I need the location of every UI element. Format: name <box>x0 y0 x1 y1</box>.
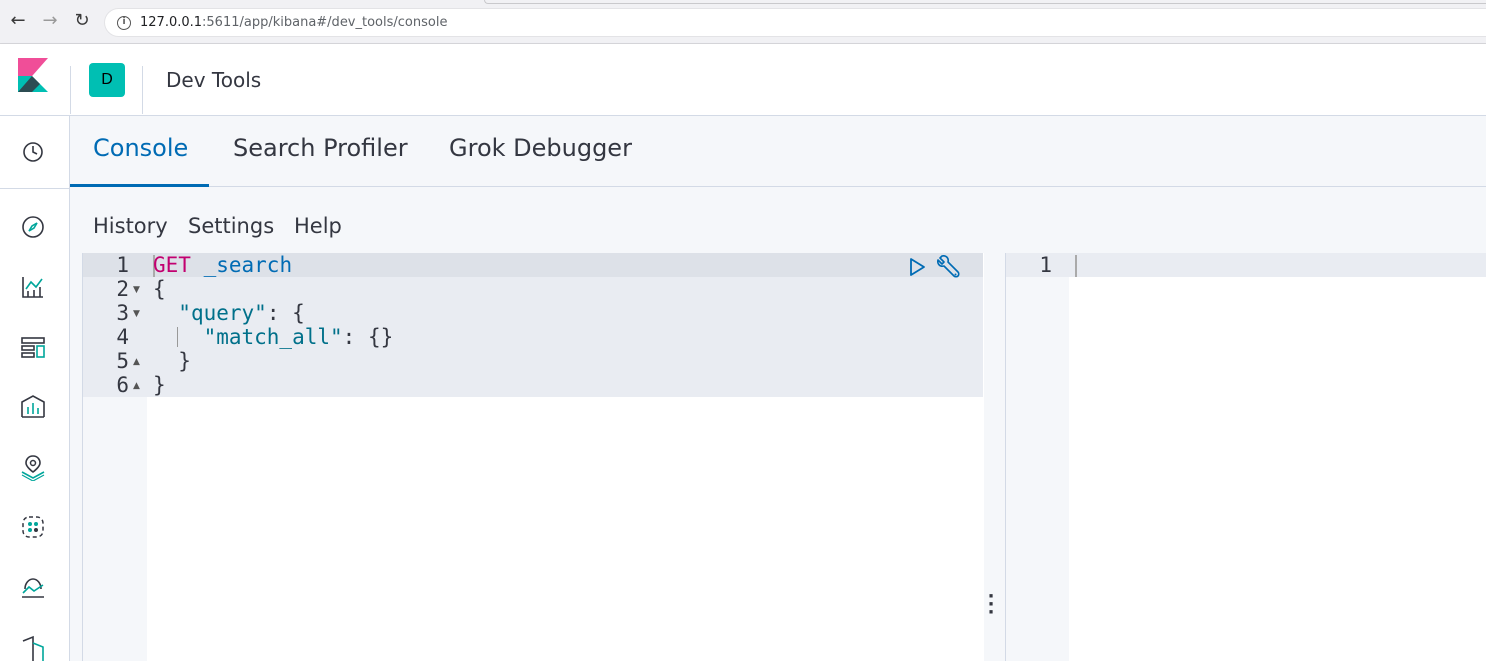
active-tab-indicator <box>70 184 209 187</box>
line-number: 2 <box>116 277 129 301</box>
dev-tools-main: Console Search Profiler Grok Debugger Hi… <box>70 116 1486 661</box>
reload-icon[interactable]: ↻ <box>72 10 92 32</box>
kibana-logo-icon[interactable] <box>18 58 48 94</box>
active-line-highlight <box>1006 253 1486 277</box>
dev-tools-tabs: Console Search Profiler Grok Debugger <box>70 116 1486 187</box>
ml-icon[interactable] <box>19 513 47 541</box>
clock-icon[interactable] <box>19 138 47 166</box>
request-path: _search <box>203 253 293 277</box>
line-number: 1 <box>116 253 129 277</box>
editor-resizer[interactable]: · · · <box>986 588 996 623</box>
response-gutter <box>1006 253 1069 661</box>
line-number: 6 <box>116 373 129 397</box>
browser-toolbar: ← → ↻ i 127.0.0.1:5611/app/kibana#/dev_t… <box>0 0 1486 44</box>
json-punct: : { <box>266 301 305 325</box>
line-number: 5 <box>116 349 129 373</box>
nav-divider <box>0 188 70 189</box>
visualize-icon[interactable] <box>19 273 47 301</box>
json-punct: : {} <box>342 325 394 349</box>
http-method: GET <box>153 253 191 277</box>
line-number: 3 <box>116 301 129 325</box>
address-bar[interactable]: i 127.0.0.1:5611/app/kibana#/dev_tools/c… <box>104 8 1486 37</box>
help-link[interactable]: Help <box>294 214 342 238</box>
code-line-1: GET _search <box>153 253 292 277</box>
browser-tab-edge <box>484 0 1486 4</box>
url-text: 127.0.0.1:5611/app/kibana#/dev_tools/con… <box>140 15 447 30</box>
line-number: 4 <box>116 325 129 349</box>
wrench-icon[interactable] <box>935 255 961 281</box>
site-info-icon[interactable]: i <box>117 16 131 30</box>
code-line-3: "query": { <box>153 301 305 325</box>
back-icon[interactable]: ← <box>8 10 28 32</box>
side-nav <box>0 116 70 661</box>
settings-link[interactable]: Settings <box>188 214 274 238</box>
json-key: "query" <box>178 301 267 325</box>
play-icon[interactable] <box>907 257 927 277</box>
canvas-icon[interactable] <box>19 393 47 421</box>
tab-console[interactable]: Console <box>93 134 188 162</box>
header-divider <box>70 66 71 114</box>
history-link[interactable]: History <box>93 214 168 238</box>
code-line-4: "match_all": {} <box>153 325 394 349</box>
header-divider <box>142 66 143 114</box>
code-line-6: } <box>153 373 166 397</box>
request-editor[interactable]: 1 2 3 4 5 6 ▼ ▼ ▲ ▲ GET _search { "query… <box>82 253 984 661</box>
url-host: 127.0.0.1 <box>140 15 203 30</box>
maps-icon[interactable] <box>19 453 47 481</box>
text-cursor <box>1075 255 1077 277</box>
response-editor[interactable]: 1 <box>1005 253 1486 661</box>
forward-icon[interactable]: → <box>40 10 60 32</box>
space-avatar[interactable]: D <box>89 63 125 97</box>
code-line-5: } <box>153 349 191 373</box>
fold-down-icon[interactable]: ▼ <box>133 309 140 319</box>
tab-grok-debugger[interactable]: Grok Debugger <box>449 134 632 162</box>
logs-icon[interactable] <box>19 633 47 661</box>
fold-down-icon[interactable]: ▼ <box>133 285 140 295</box>
tab-search-profiler[interactable]: Search Profiler <box>233 134 408 162</box>
fold-up-icon[interactable]: ▲ <box>133 381 140 391</box>
json-key: "match_all" <box>203 325 343 349</box>
compass-icon[interactable] <box>19 213 47 241</box>
dashboard-icon[interactable] <box>19 333 47 361</box>
url-path: :5611/app/kibana#/dev_tools/console <box>202 15 448 30</box>
line-number: 1 <box>1039 253 1052 277</box>
fold-up-icon[interactable]: ▲ <box>133 357 140 367</box>
infrastructure-icon[interactable] <box>19 573 47 601</box>
code-line-2: { <box>153 277 166 301</box>
kibana-header: D Dev Tools <box>0 44 1486 116</box>
breadcrumb: Dev Tools <box>166 68 262 92</box>
